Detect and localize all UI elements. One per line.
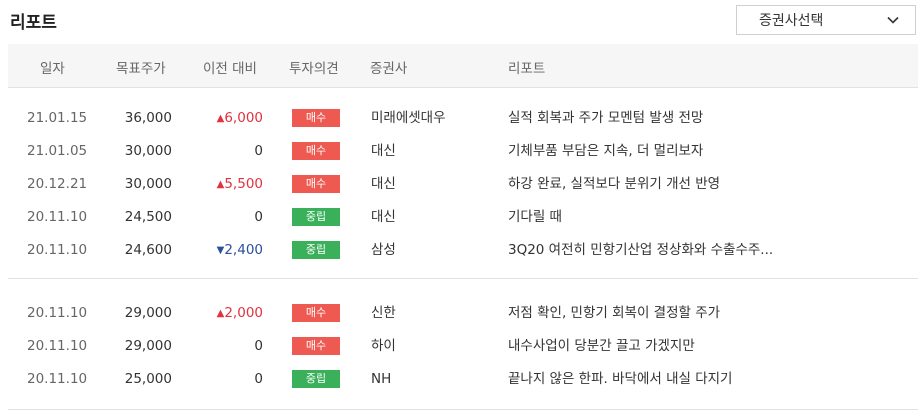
date-cell: 20.11.10 [27, 209, 88, 225]
target-price-cell: 36,000 [124, 110, 172, 126]
opinion-badge: 매수 [292, 304, 340, 322]
table-row: 20.11.10 24,500 0 중립 대신 기다릴 때 [8, 200, 918, 233]
opinion-badge: 매수 [292, 337, 340, 355]
broker-select[interactable]: 증권사선택 [736, 5, 916, 35]
broker-cell: 하이 [371, 338, 396, 354]
date-cell: 20.11.10 [27, 242, 88, 258]
triangle-down-icon: ▼ [216, 245, 225, 256]
opinion-badge: 중립 [292, 208, 340, 226]
change-cell: ▲5,500 [216, 176, 263, 192]
group-divider [8, 409, 918, 410]
section-title: 리포트 [10, 13, 57, 33]
group-divider [8, 278, 918, 279]
report-link[interactable]: 기다릴 때 [508, 208, 562, 226]
table-row: 21.01.15 36,000 ▲6,000 매수 미래에셋대우 실적 회복과 주가 모멘… [8, 101, 918, 134]
broker-cell: 미래에셋대우 [371, 110, 446, 126]
column-header-date: 일자 [40, 61, 65, 77]
table-row: 20.12.21 30,000 ▲5,500 매수 대신 하강 완료, 실적보다 분위기 … [8, 167, 918, 200]
date-cell: 21.01.15 [27, 110, 88, 126]
broker-cell: 대신 [371, 176, 396, 192]
table-row: 20.11.10 29,000 ▲2,000 매수 신한 저점 확인, 민항기 회복이 결… [8, 296, 918, 329]
column-header-report: 리포트 [508, 61, 546, 77]
table-row: 20.11.10 29,000 0 매수 하이 내수사업이 당분간 끌고 가겠지만 [8, 329, 918, 362]
target-price-cell: 24,600 [124, 242, 172, 258]
broker-cell: 삼성 [371, 242, 396, 258]
column-header-change: 이전 대비 [203, 61, 257, 77]
column-header-broker: 증권사 [370, 61, 408, 77]
target-price-cell: 30,000 [124, 176, 172, 192]
report-link[interactable]: 내수사업이 당분간 끌고 가겠지만 [508, 337, 695, 355]
date-cell: 21.01.05 [27, 143, 88, 159]
change-cell: 0 [254, 209, 263, 225]
opinion-badge: 매수 [292, 175, 340, 193]
broker-cell: NH [371, 371, 392, 387]
opinion-badge: 중립 [292, 241, 340, 259]
target-price-cell: 24,500 [124, 209, 172, 225]
broker-select-label: 증권사선택 [759, 13, 824, 29]
date-cell: 20.12.21 [27, 176, 88, 192]
change-cell: 0 [254, 338, 263, 354]
date-cell: 20.11.10 [27, 338, 88, 354]
opinion-badge: 매수 [292, 109, 340, 127]
report-link[interactable]: 3Q20 여전히 민항기산업 정상화와 수출수주... [508, 241, 773, 259]
change-cell: 0 [254, 143, 263, 159]
date-cell: 20.11.10 [27, 371, 88, 387]
change-cell: ▼2,400 [216, 242, 263, 258]
table-row: 20.11.10 25,000 0 중립 NH 끝나지 않은 한파. 바닥에서 내실 다지… [8, 362, 918, 395]
change-cell: ▲6,000 [216, 110, 263, 126]
broker-cell: 신한 [371, 305, 396, 321]
target-price-cell: 25,000 [124, 371, 172, 387]
change-cell: ▲2,000 [216, 305, 263, 321]
chevron-down-icon [887, 16, 899, 24]
report-link[interactable]: 저점 확인, 민항기 회복이 결정할 주가 [508, 304, 720, 322]
target-price-cell: 29,000 [124, 338, 172, 354]
triangle-up-icon: ▲ [216, 308, 225, 319]
target-price-cell: 29,000 [124, 305, 172, 321]
report-link[interactable]: 실적 회복과 주가 모멘텀 발생 전망 [508, 109, 703, 127]
opinion-badge: 중립 [292, 370, 340, 388]
table-row: 20.11.10 24,600 ▼2,400 중립 삼성 3Q20 여전히 민항기산업 정… [8, 233, 918, 266]
column-header-opinion: 투자의견 [289, 61, 339, 77]
report-link[interactable]: 기체부품 부담은 지속, 더 멀리보자 [508, 142, 703, 160]
column-header-target-price: 목표주가 [116, 61, 166, 77]
date-cell: 20.11.10 [27, 305, 88, 321]
opinion-badge: 매수 [292, 142, 340, 160]
report-link[interactable]: 끝나지 않은 한파. 바닥에서 내실 다지기 [508, 370, 732, 388]
table-header: 일자 목표주가 이전 대비 투자의견 증권사 리포트 [8, 44, 918, 88]
triangle-up-icon: ▲ [216, 113, 225, 124]
change-cell: 0 [254, 371, 263, 387]
broker-cell: 대신 [371, 143, 396, 159]
triangle-up-icon: ▲ [216, 179, 225, 190]
report-link[interactable]: 하강 완료, 실적보다 분위기 개선 반영 [508, 175, 720, 193]
target-price-cell: 30,000 [124, 143, 172, 159]
table-row: 21.01.05 30,000 0 매수 대신 기체부품 부담은 지속, 더 멀리보자 [8, 134, 918, 167]
broker-cell: 대신 [371, 209, 396, 225]
